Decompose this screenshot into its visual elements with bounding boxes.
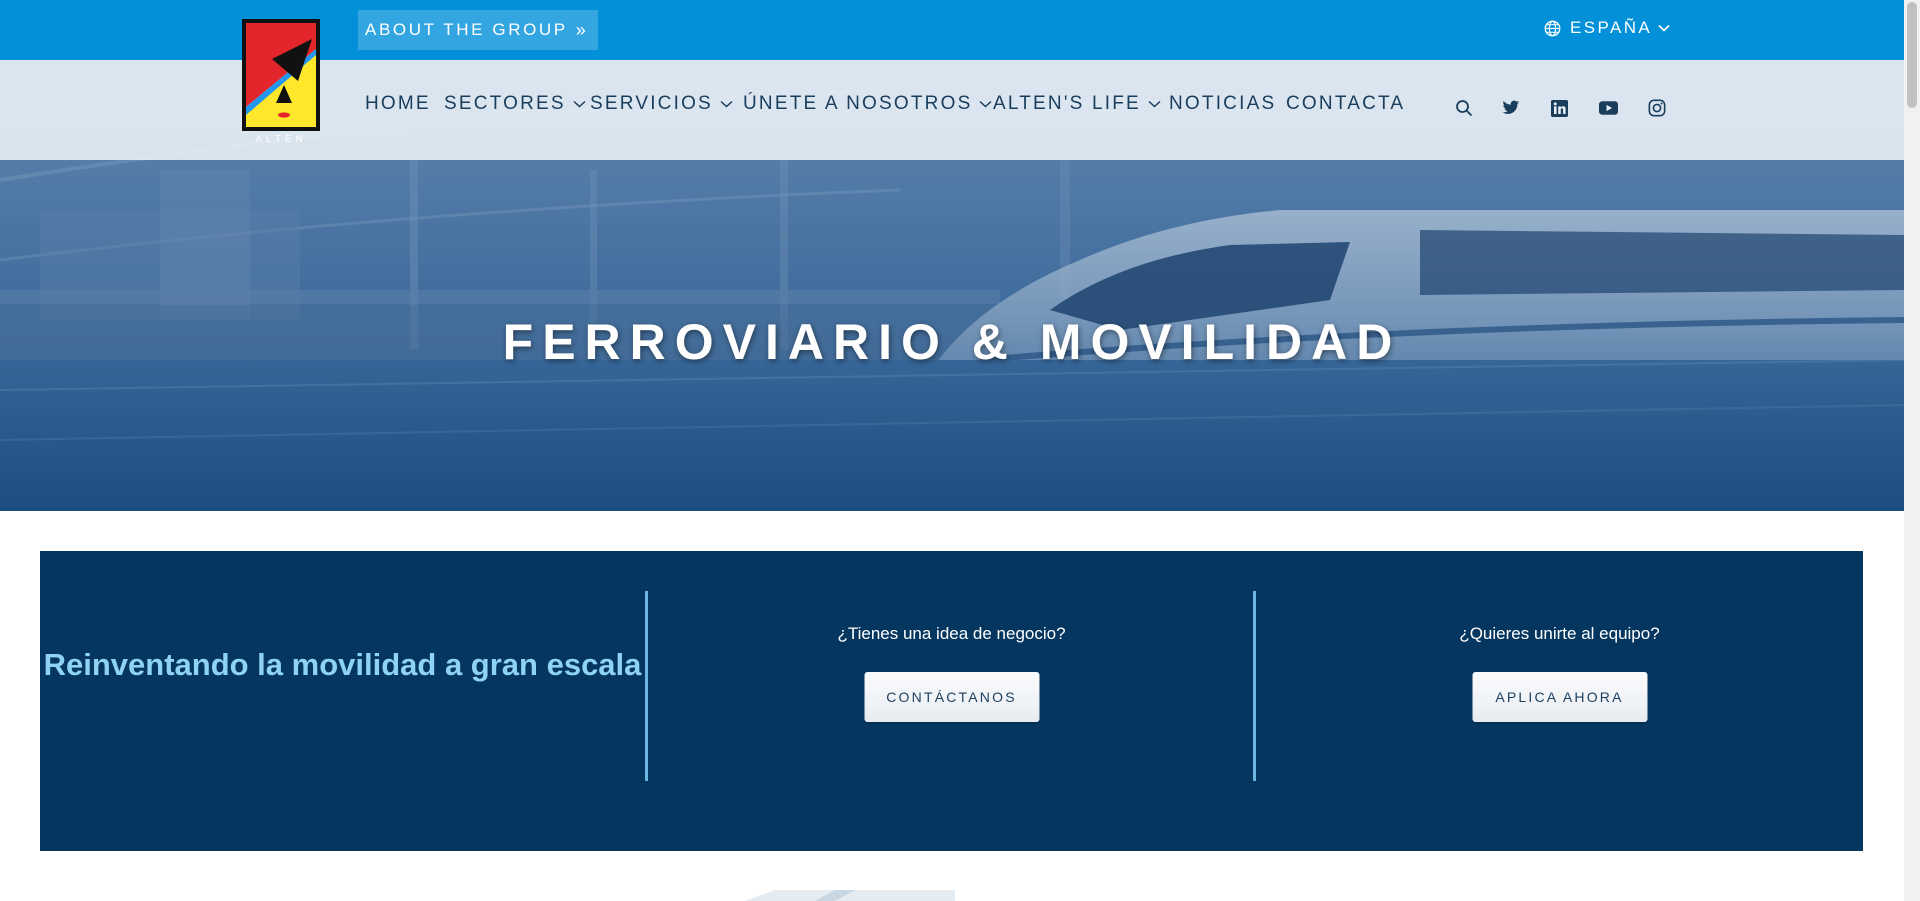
alten-logo-text: ALTEN <box>255 134 307 145</box>
nav-label: SECTORES <box>444 93 566 114</box>
nav-altens-life[interactable]: ALTEN'S LIFE <box>993 93 1161 115</box>
twitter-icon[interactable] <box>1500 97 1522 119</box>
nav-home[interactable]: HOME <box>365 93 431 115</box>
cta-join-column: ¿Quieres unirte al equipo? APLICA AHORA <box>1256 551 1863 851</box>
search-icon[interactable] <box>1453 97 1475 119</box>
chevron-down-icon <box>573 100 586 108</box>
join-team-question: ¿Quieres unirte al equipo? <box>1459 624 1660 643</box>
page-scrollbar[interactable] <box>1904 0 1920 901</box>
double-chevron-right-icon: » <box>575 19 586 40</box>
cta-headline: Reinventando la movilidad a gran escala <box>43 647 642 682</box>
chevron-down-icon <box>979 100 992 108</box>
nav-noticias[interactable]: NOTICIAS <box>1169 93 1276 115</box>
contactanos-button[interactable]: CONTÁCTANOS <box>864 672 1039 722</box>
alten-logo[interactable]: ALTEN <box>242 19 320 145</box>
next-section-image-edge <box>745 890 955 901</box>
nav-servicios[interactable]: SERVICIOS <box>590 93 733 115</box>
chevron-down-icon <box>1658 24 1670 32</box>
hero-title: FERROVIARIO & MOVILIDAD <box>502 314 1402 370</box>
nav-label: SERVICIOS <box>590 93 713 114</box>
nav-label: HOME <box>365 93 431 114</box>
language-label: ESPAÑA <box>1570 18 1653 37</box>
youtube-icon[interactable] <box>1597 97 1619 119</box>
nav-unete-a-nosotros[interactable]: ÚNETE A NOSOTROS <box>743 93 992 115</box>
nav-contacta[interactable]: CONTACTA <box>1286 93 1405 115</box>
about-the-group-label: ABOUT THE GROUP <box>365 20 568 39</box>
linkedin-icon[interactable] <box>1548 97 1570 119</box>
nav-label: NOTICIAS <box>1169 93 1277 114</box>
nav-label: ALTEN'S LIFE <box>993 93 1141 114</box>
nav-label: ÚNETE A NOSOTROS <box>743 93 973 114</box>
cta-band: Reinventando la movilidad a gran escala … <box>40 551 1863 851</box>
nav-sectores[interactable]: SECTORES <box>444 93 586 115</box>
business-idea-question: ¿Tienes una idea de negocio? <box>837 624 1066 643</box>
instagram-icon[interactable] <box>1646 97 1668 119</box>
cta-business-column: ¿Tienes una idea de negocio? CONTÁCTANOS <box>648 551 1255 851</box>
chevron-down-icon <box>720 100 733 108</box>
chevron-down-icon <box>1148 100 1161 108</box>
globe-icon <box>1544 20 1561 36</box>
scrollbar-thumb[interactable] <box>1907 2 1917 108</box>
nav-label: CONTACTA <box>1286 93 1406 114</box>
about-the-group-button[interactable]: ABOUT THE GROUP » <box>358 10 598 50</box>
language-selector[interactable]: ESPAÑA <box>1544 18 1679 38</box>
aplica-ahora-button[interactable]: APLICA AHORA <box>1472 672 1647 722</box>
